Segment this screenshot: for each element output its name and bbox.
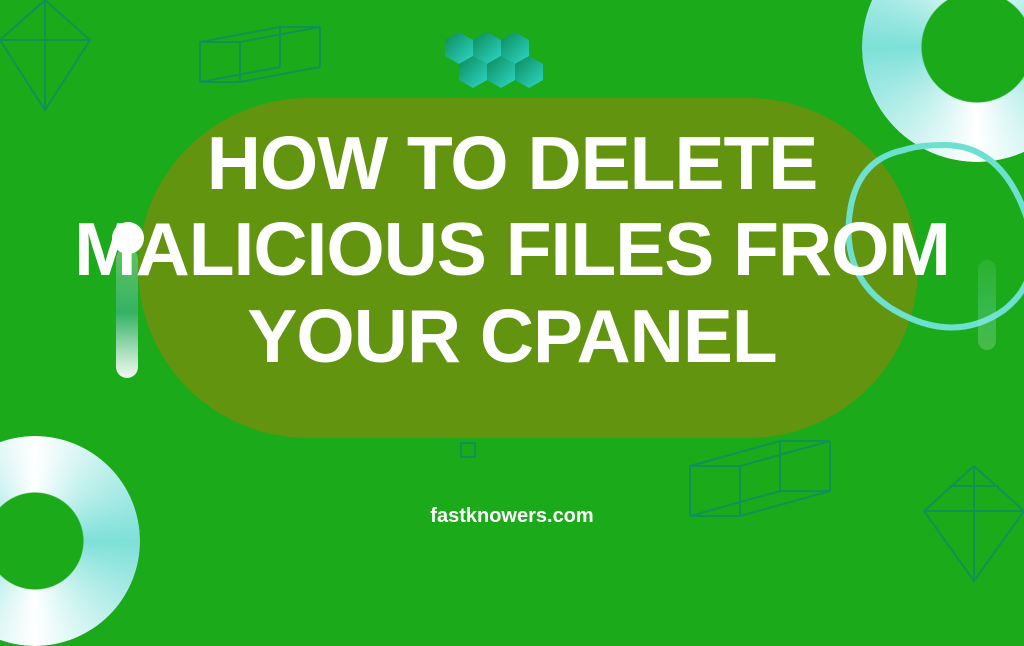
tiny-square-icon	[460, 442, 476, 458]
title-line-1: HOW TO DELETE	[207, 121, 818, 205]
footer-website: fastknowers.com	[0, 505, 1024, 528]
diamond-wireframe-top-left	[0, 0, 110, 120]
cube-wireframe-top	[190, 22, 330, 132]
cube-wireframe-bottom	[670, 426, 840, 556]
main-title: HOW TO DELETE MALICIOUS FILES FROM YOUR …	[0, 120, 1024, 379]
ring-decoration-bottom-left	[0, 436, 140, 646]
title-line-3: YOUR CPANEL	[247, 294, 776, 378]
title-line-2: MALICIOUS FILES FROM	[74, 207, 950, 291]
